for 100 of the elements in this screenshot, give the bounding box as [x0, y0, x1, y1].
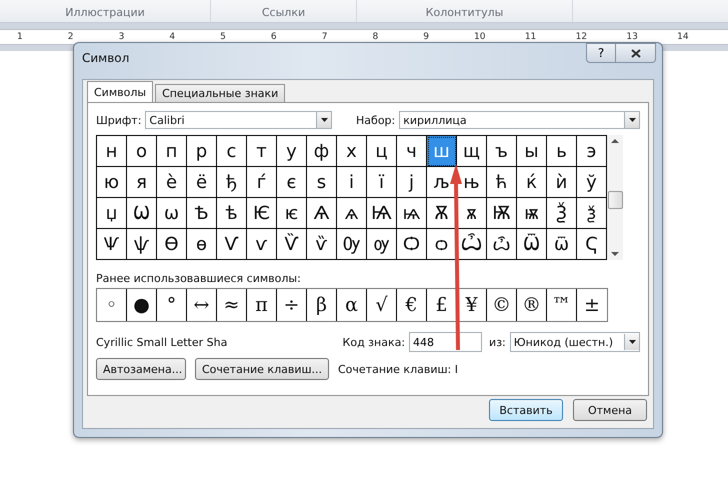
symbol-cell[interactable]: ѧ [337, 198, 367, 229]
symbol-cell[interactable]: ю [97, 167, 127, 198]
recent-symbol-cell[interactable]: ◦ [97, 289, 127, 321]
autocorrect-button[interactable]: Автозамена... [96, 358, 186, 380]
recent-symbol-cell[interactable]: ÷ [277, 289, 307, 321]
symbol-cell[interactable]: ц [367, 136, 397, 167]
subset-dropdown[interactable]: кириллица [399, 111, 640, 129]
symbol-cell[interactable]: х [337, 136, 367, 167]
symbol-cell[interactable]: т [247, 136, 277, 167]
recent-symbols-label: Ранее использовавшиеся символы: [96, 272, 302, 285]
symbol-cell[interactable]: Ѻ [397, 229, 427, 260]
symbol-cell[interactable]: ј [397, 167, 427, 198]
symbol-cell[interactable]: р [187, 136, 217, 167]
scrollbar[interactable] [607, 135, 623, 260]
recent-symbol-cell[interactable]: ± [577, 289, 607, 321]
font-dropdown[interactable]: Calibri [145, 111, 332, 129]
symbol-cell[interactable]: Ѩ [367, 198, 397, 229]
symbol-cell[interactable]: ѽ [487, 229, 517, 260]
symbol-cell[interactable]: ѐ [157, 167, 187, 198]
symbol-cell[interactable]: ѳ [187, 229, 217, 260]
ribbon-group-label: Ссылки [262, 6, 306, 19]
symbol-cell[interactable]: ф [307, 136, 337, 167]
symbol-cell[interactable]: ѕ [307, 167, 337, 198]
symbol-cell[interactable]: ѡ [157, 198, 187, 229]
close-button[interactable] [616, 43, 656, 63]
symbol-cell[interactable]: ё [187, 167, 217, 198]
recent-symbol-cell[interactable]: ● [127, 289, 157, 321]
symbol-cell[interactable]: Ѯ [547, 198, 577, 229]
tab[interactable]: Специальные знаки [155, 84, 286, 102]
symbol-cell[interactable]: Ѣ [187, 198, 217, 229]
symbol-cell[interactable]: Ѱ [97, 229, 127, 260]
shortcut-key-button[interactable]: Сочетание клавиш... [195, 358, 329, 380]
symbol-cell[interactable]: Ѽ [457, 229, 487, 260]
symbol-cell[interactable]: ѹ [367, 229, 397, 260]
symbol-cell[interactable]: я [127, 167, 157, 198]
character-name: Cyrillic Small Letter Sha [96, 336, 228, 348]
recent-symbol-cell[interactable]: π [247, 289, 277, 321]
char-code-field[interactable]: 448 [409, 332, 482, 352]
symbol-cell[interactable]: у [277, 136, 307, 167]
tab[interactable]: Символы [87, 81, 154, 102]
symbol-cell[interactable]: о [127, 136, 157, 167]
symbol-cell[interactable]: н [97, 136, 127, 167]
insert-button[interactable]: Вставить [489, 399, 563, 421]
ribbon-group-label: Колонтитулы [426, 6, 504, 19]
symbol-cell[interactable]: ѵ [247, 229, 277, 260]
symbol-cell[interactable]: ђ [217, 167, 247, 198]
symbol-cell[interactable]: ъ [487, 136, 517, 167]
symbol-cell[interactable]: Ѡ [127, 198, 157, 229]
symbol-cell[interactable]: ѿ [547, 229, 577, 260]
symbol-cell[interactable]: џ [97, 198, 127, 229]
symbol-cell[interactable]: ѫ [457, 198, 487, 229]
scrollbar-thumb[interactable] [608, 191, 623, 209]
subset-label: Набор: [356, 114, 396, 126]
symbol-cell[interactable]: ь [547, 136, 577, 167]
symbol-cell[interactable]: п [157, 136, 187, 167]
help-button[interactable]: ? [586, 43, 616, 63]
symbol-cell[interactable]: Ѳ [157, 229, 187, 260]
recent-symbol-cell[interactable]: £ [427, 289, 457, 321]
recent-symbol-cell[interactable]: © [487, 289, 517, 321]
shortcut-key-text: Сочетание клавиш: I [338, 362, 458, 376]
symbol-cell[interactable]: ѻ [427, 229, 457, 260]
recent-symbol-cell[interactable]: ® [517, 289, 547, 321]
symbol-cell[interactable]: Ѭ [487, 198, 517, 229]
recent-symbol-cell[interactable]: € [397, 289, 427, 321]
recent-symbol-cell[interactable]: √ [367, 289, 397, 321]
symbol-cell[interactable]: ы [517, 136, 547, 167]
symbol-cell[interactable]: с [217, 136, 247, 167]
symbol-cell[interactable]: Ѧ [307, 198, 337, 229]
encoding-dropdown[interactable]: Юникод (шестн.) [510, 332, 640, 352]
symbol-cell[interactable]: Ѵ [217, 229, 247, 260]
symbol-cell[interactable]: Ѥ [247, 198, 277, 229]
symbol-cell[interactable]: Ѹ [337, 229, 367, 260]
symbol-cell[interactable]: і [337, 167, 367, 198]
recent-symbol-cell[interactable]: β [307, 289, 337, 321]
symbol-cell[interactable]: ћ [487, 167, 517, 198]
recent-symbol-cell[interactable]: ™ [547, 289, 577, 321]
symbol-cell[interactable]: ќ [517, 167, 547, 198]
symbol-cell[interactable]: Ѷ [277, 229, 307, 260]
char-code-label: Код знака: [342, 336, 406, 348]
symbol-cell[interactable]: Ѫ [427, 198, 457, 229]
close-icon [630, 48, 640, 58]
recent-symbol-cell[interactable]: ↔ [187, 289, 217, 321]
symbol-cell[interactable]: ѣ [217, 198, 247, 229]
symbol-cell[interactable]: ѓ [247, 167, 277, 198]
symbol-cell[interactable]: Ѿ [517, 229, 547, 260]
symbol-cell[interactable]: ї [367, 167, 397, 198]
recent-symbol-cell[interactable]: α [337, 289, 367, 321]
symbol-cell[interactable]: ѱ [127, 229, 157, 260]
symbol-cell[interactable]: ѷ [307, 229, 337, 260]
symbol-cell[interactable]: ѥ [277, 198, 307, 229]
cancel-button[interactable]: Отмена [573, 399, 647, 421]
recent-symbol-cell[interactable]: ≈ [217, 289, 247, 321]
symbol-cell[interactable]: ѭ [517, 198, 547, 229]
symbol-cell[interactable]: ѩ [397, 198, 427, 229]
recent-symbol-cell[interactable]: ¥ [457, 289, 487, 321]
symbol-cell[interactable]: є [277, 167, 307, 198]
symbol-cell[interactable]: ѝ [547, 167, 577, 198]
symbol-cell[interactable]: щ [457, 136, 487, 167]
dialog-title: Символ [82, 51, 130, 65]
recent-symbol-cell[interactable]: ° [157, 289, 187, 321]
